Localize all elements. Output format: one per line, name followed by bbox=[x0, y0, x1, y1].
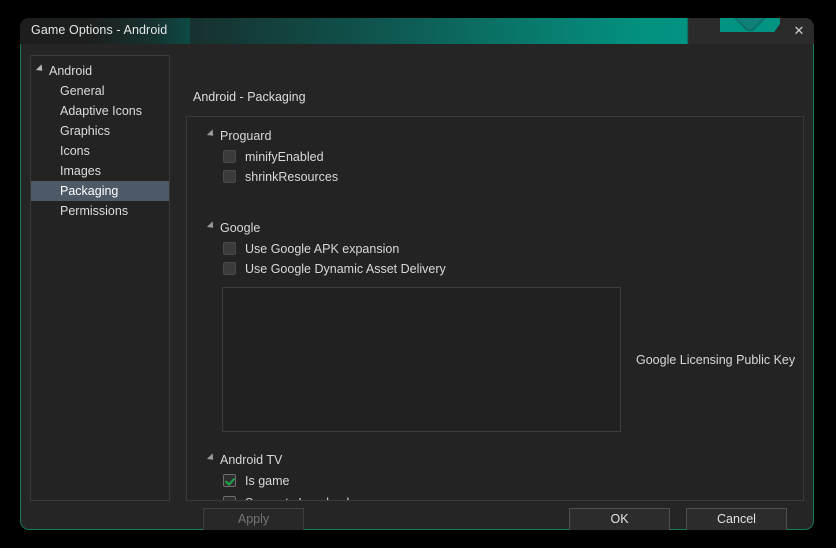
sidebar-item-permissions[interactable]: Permissions bbox=[31, 201, 169, 221]
google-licensing-public-key-input[interactable] bbox=[222, 287, 621, 432]
checkbox-row-is-game[interactable]: Is game bbox=[223, 474, 289, 492]
checkbox-row-google-dynamic-asset-delivery[interactable]: Use Google Dynamic Asset Delivery bbox=[223, 262, 446, 280]
checkbox-google-dynamic-asset-delivery[interactable] bbox=[223, 262, 236, 275]
expander-triangle-icon[interactable] bbox=[206, 453, 217, 463]
checkbox-label-google-dynamic-asset-delivery: Use Google Dynamic Asset Delivery bbox=[245, 262, 446, 276]
checkbox-label-supports-leanback: Supports Leanback bbox=[245, 496, 353, 500]
cancel-button[interactable]: Cancel bbox=[686, 508, 787, 530]
sidebar-item-graphics[interactable]: Graphics bbox=[31, 121, 169, 141]
dialog-body: Android General Adaptive Icons Graphics … bbox=[20, 44, 814, 530]
options-dialog-window: Game Options - Android ✕ Android General… bbox=[20, 18, 814, 530]
google-licensing-public-key-label: Google Licensing Public Key bbox=[636, 353, 796, 367]
checkbox-label-shrink-resources: shrinkResources bbox=[245, 170, 339, 184]
apply-button[interactable]: Apply bbox=[203, 508, 304, 530]
tree-root-label: Android bbox=[49, 64, 93, 78]
expander-triangle-icon[interactable] bbox=[35, 64, 46, 74]
window-title: Game Options - Android bbox=[31, 23, 168, 37]
checkbox-supports-leanback[interactable] bbox=[223, 496, 236, 500]
sidebar-item-icons[interactable]: Icons bbox=[31, 141, 169, 161]
sidebar-item-adaptive-icons[interactable]: Adaptive Icons bbox=[31, 101, 169, 121]
sidebar-item-general[interactable]: General bbox=[31, 81, 169, 101]
group-title-android-tv: Android TV bbox=[220, 453, 283, 467]
checkbox-row-supports-leanback[interactable]: Supports Leanback bbox=[223, 496, 353, 500]
expander-triangle-icon[interactable] bbox=[206, 221, 217, 231]
packaging-settings-panel: Proguard minifyEnabled shrinkResources G… bbox=[186, 116, 804, 501]
settings-tree: Android General Adaptive Icons Graphics … bbox=[31, 56, 169, 221]
sidebar-item-packaging[interactable]: Packaging bbox=[31, 181, 169, 201]
group-title-google: Google bbox=[220, 221, 261, 235]
checkbox-label-google-apk-expansion: Use Google APK expansion bbox=[245, 242, 400, 256]
checkbox-google-apk-expansion[interactable] bbox=[223, 242, 236, 255]
checkbox-row-shrink-resources[interactable]: shrinkResources bbox=[223, 170, 338, 188]
checkbox-row-google-apk-expansion[interactable]: Use Google APK expansion bbox=[223, 242, 399, 260]
checkbox-label-minify-enabled: minifyEnabled bbox=[245, 150, 324, 164]
settings-tree-panel: Android General Adaptive Icons Graphics … bbox=[30, 55, 170, 501]
ok-button[interactable]: OK bbox=[569, 508, 670, 530]
checkbox-shrink-resources[interactable] bbox=[223, 170, 236, 183]
group-title-proguard: Proguard bbox=[220, 129, 272, 143]
checkbox-is-game[interactable] bbox=[223, 474, 236, 487]
sidebar-item-images[interactable]: Images bbox=[31, 161, 169, 181]
group-header-google[interactable]: Google bbox=[206, 221, 261, 235]
tree-root-android[interactable]: Android bbox=[31, 61, 169, 81]
group-header-proguard[interactable]: Proguard bbox=[206, 129, 272, 143]
checkbox-row-minify-enabled[interactable]: minifyEnabled bbox=[223, 150, 324, 168]
close-icon[interactable]: ✕ bbox=[790, 22, 808, 40]
checkbox-minify-enabled[interactable] bbox=[223, 150, 236, 163]
checkbox-label-is-game: Is game bbox=[245, 474, 290, 488]
page-title: Android - Packaging bbox=[193, 90, 306, 104]
title-bar[interactable]: Game Options - Android ✕ bbox=[20, 18, 814, 44]
expander-triangle-icon[interactable] bbox=[206, 129, 217, 139]
group-header-android-tv[interactable]: Android TV bbox=[206, 453, 283, 467]
